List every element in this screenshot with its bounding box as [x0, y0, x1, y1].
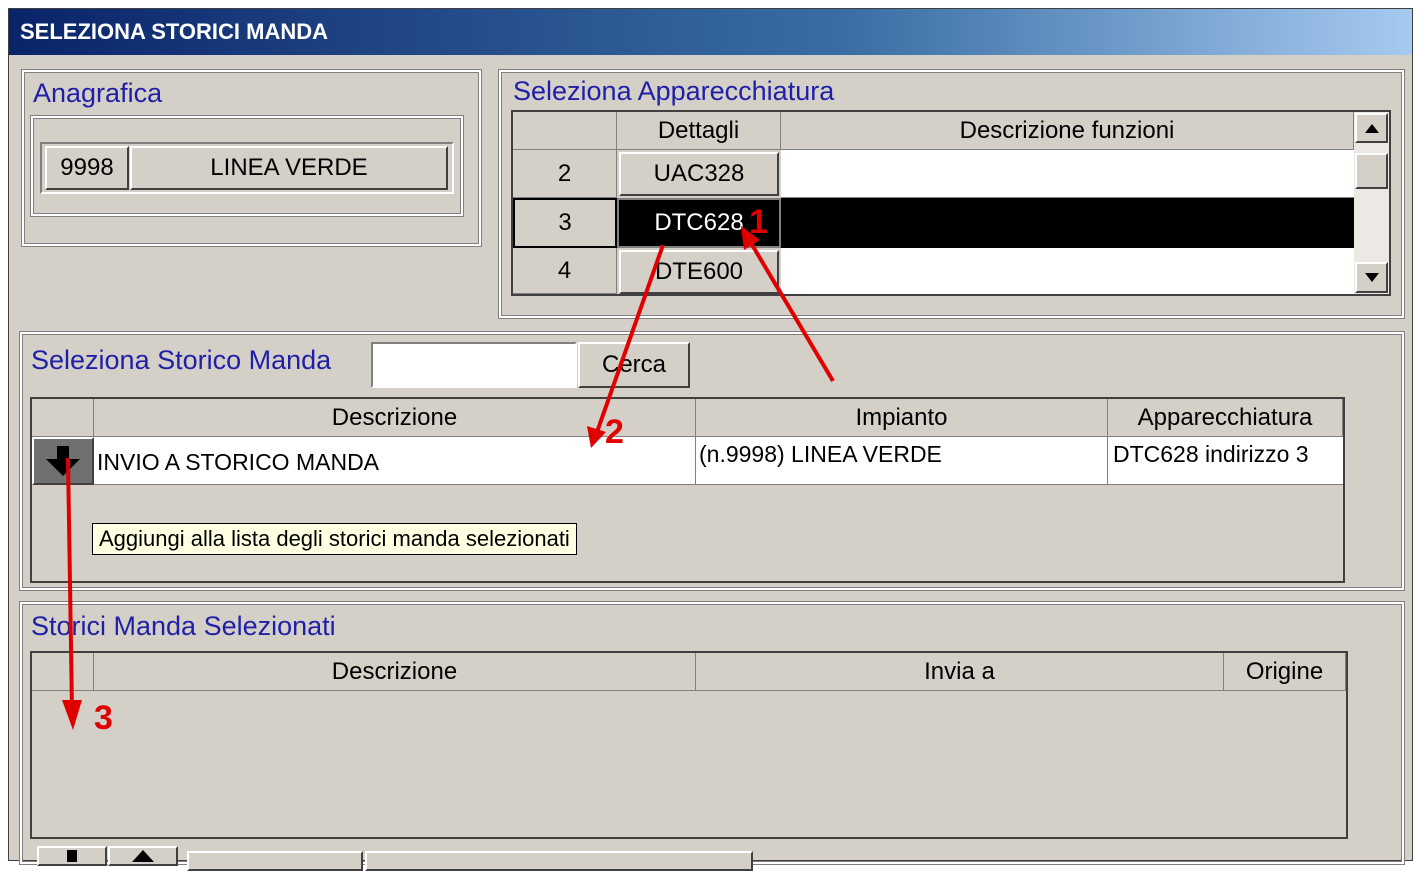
arrow-step3-line: [66, 457, 74, 711]
annotation-step2-label: 2: [605, 413, 624, 451]
arrow-step1-line: [746, 236, 835, 383]
arrow-step2-line: [595, 244, 665, 433]
annotation-arrows: [62, 226, 835, 730]
arrow-step3-head: [62, 700, 82, 730]
annotation-step1-label: 1: [749, 203, 768, 241]
annotation-step3-label: 3: [94, 699, 113, 737]
arrow-step2-head: [587, 426, 606, 448]
